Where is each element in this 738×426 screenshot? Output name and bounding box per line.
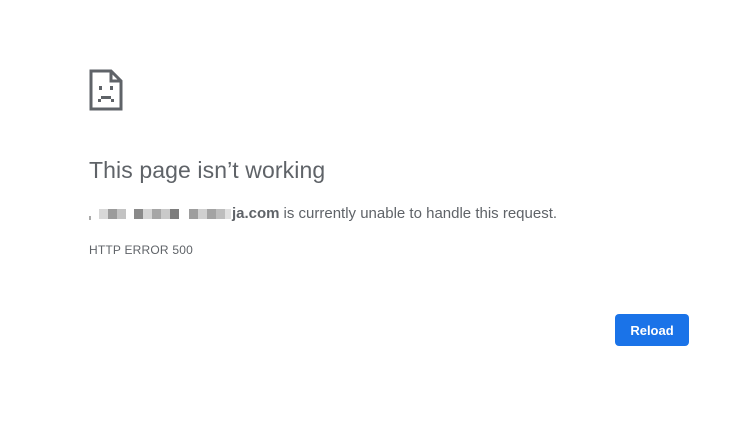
- error-message-text: is currently unable to handle this reque…: [283, 205, 558, 222]
- sad-page-icon: [89, 69, 123, 111]
- redacted-domain: [89, 208, 231, 220]
- domain-suffix: ja.com: [232, 205, 280, 222]
- error-message: ja.com is currently unable to handle thi…: [89, 205, 557, 222]
- reload-button[interactable]: Reload: [615, 314, 689, 346]
- page-title: This page isn’t working: [89, 157, 326, 183]
- error-code: HTTP ERROR 500: [89, 243, 193, 257]
